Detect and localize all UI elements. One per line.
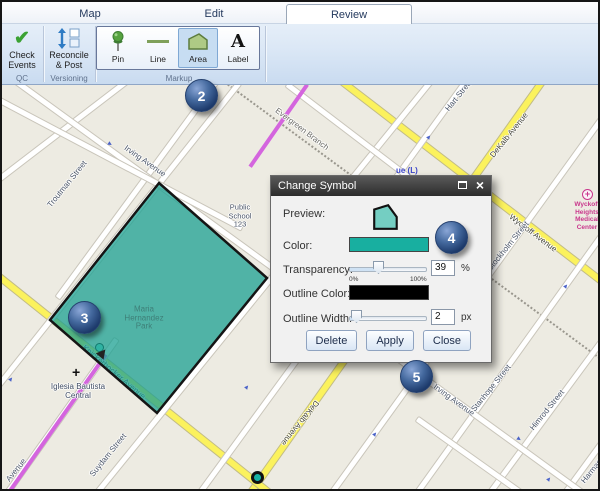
poi-label-maria-hernandez-park: MariaHernandezPark	[124, 305, 163, 331]
reconcile-icon	[44, 26, 94, 50]
transparency-slider-track[interactable]	[349, 267, 427, 272]
tab-map[interactable]: Map	[27, 4, 153, 24]
line-icon	[139, 29, 177, 54]
apply-button[interactable]: Apply	[366, 330, 414, 351]
transparency-min-tick: 0%	[349, 276, 358, 283]
group-separator	[265, 26, 266, 82]
check-events-button[interactable]: ✔ Check Events	[2, 26, 42, 70]
group-label-qc: QC	[2, 74, 42, 83]
delete-button[interactable]: Delete	[306, 330, 358, 351]
callout-badge-5: 5	[400, 360, 433, 393]
transparency-label: Transparency:	[283, 264, 353, 276]
group-label-versioning: Versioning	[44, 74, 94, 83]
pin-tool-button[interactable]: Pin	[98, 28, 138, 68]
outline-width-label: Outline Width:	[283, 313, 352, 325]
close-button[interactable]: Close	[423, 330, 471, 351]
ribbon: Map Edit Review ✔ Check Events QC	[2, 2, 598, 85]
color-swatch[interactable]	[349, 237, 429, 252]
group-label-markup: Markup	[96, 74, 262, 83]
markup-tool-panel: Pin Line Area A Label	[96, 26, 260, 70]
area-icon	[179, 29, 217, 54]
outline-width-slider-thumb[interactable]	[351, 310, 362, 323]
app-window: Map Edit Review ✔ Check Events QC	[0, 0, 600, 491]
maximize-icon[interactable]	[458, 181, 467, 189]
close-icon[interactable]: ×	[476, 177, 484, 193]
label-icon: A	[219, 29, 257, 54]
callout-badge-2: 2	[185, 79, 218, 112]
label-tool-button[interactable]: A Label	[218, 28, 258, 68]
tab-edit[interactable]: Edit	[153, 4, 275, 24]
outline-width-unit: px	[461, 312, 472, 323]
tab-review[interactable]: Review	[286, 4, 412, 24]
dialog-button-row: Delete Apply Close	[306, 330, 471, 351]
ribbon-group-versioning: Reconcile & Post Versioning	[44, 24, 94, 85]
station-dot-icon	[251, 471, 264, 484]
ribbon-tab-strip: Map Edit Review	[2, 2, 598, 24]
outline-color-swatch[interactable]	[349, 285, 429, 300]
color-label: Color:	[283, 240, 312, 252]
check-icon: ✔	[2, 26, 42, 50]
transparency-unit: %	[461, 263, 470, 274]
preview-label: Preview:	[283, 208, 325, 220]
symbol-preview-shape	[371, 202, 401, 232]
reconcile-post-button[interactable]: Reconcile & Post	[44, 26, 94, 70]
change-symbol-dialog: Change Symbol × Preview: Color: Transpar…	[270, 175, 492, 363]
transparency-slider-thumb[interactable]	[373, 261, 384, 274]
outline-color-label: Outline Color:	[283, 288, 350, 300]
line-tool-button[interactable]: Line	[138, 28, 178, 68]
callout-badge-4: 4	[435, 221, 468, 254]
transparency-value-input[interactable]: 39	[431, 260, 455, 276]
callout-badge-3: 3	[68, 301, 101, 334]
outline-width-value-input[interactable]: 2	[431, 309, 455, 325]
area-tool-button[interactable]: Area	[178, 28, 218, 68]
transparency-max-tick: 100%	[410, 276, 427, 283]
pushpin-icon	[99, 29, 137, 54]
ribbon-group-qc: ✔ Check Events QC	[2, 24, 42, 85]
